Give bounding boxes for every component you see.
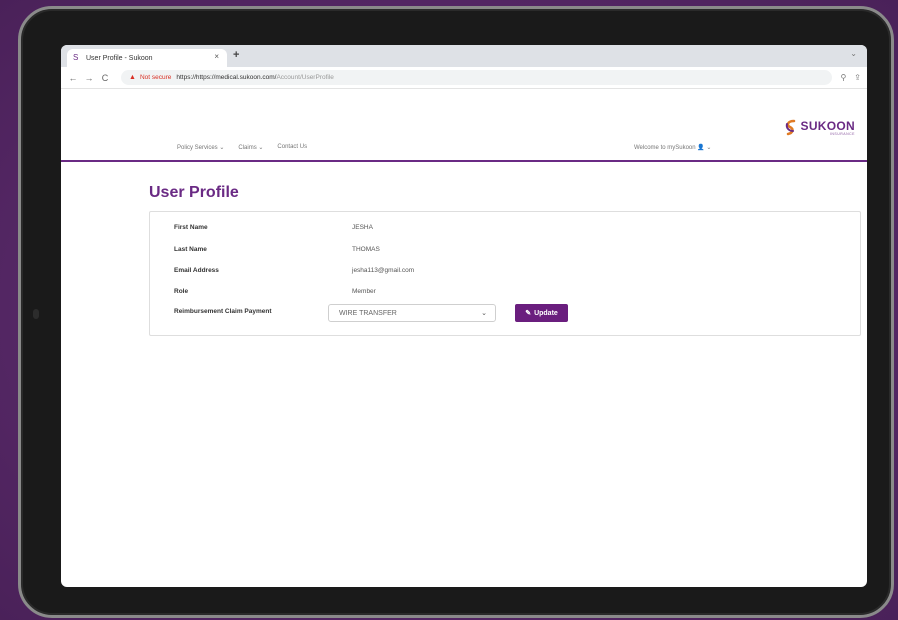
update-button[interactable]: ✎ Update bbox=[515, 304, 568, 322]
sukoon-logo-icon bbox=[785, 119, 795, 136]
field-value: JESHA bbox=[352, 224, 373, 231]
site-header: Policy Services ⌄ Claims ⌄ Contact Us We… bbox=[61, 89, 867, 162]
tablet-frame: S User Profile - Sukoon × + ⌄ ← → C ▲ No… bbox=[18, 6, 894, 618]
nav-policy-services[interactable]: Policy Services ⌄ bbox=[177, 144, 224, 151]
back-icon[interactable]: ← bbox=[67, 73, 79, 83]
address-actions: ⚲ ⇪ bbox=[840, 73, 861, 82]
field-label: Role bbox=[174, 288, 189, 295]
select-value: WIRE TRANSFER bbox=[339, 309, 397, 317]
field-value: jesha113@gmail.com bbox=[352, 267, 415, 274]
field-label: Reimbursement Claim Payment bbox=[174, 308, 272, 315]
new-tab-button[interactable]: + bbox=[233, 49, 239, 61]
url-input[interactable]: ▲ Not secure https://https://medical.suk… bbox=[121, 70, 833, 85]
payment-method-select[interactable]: WIRE TRANSFER ⌄ bbox=[328, 304, 496, 322]
browser-window: S User Profile - Sukoon × + ⌄ ← → C ▲ No… bbox=[61, 45, 867, 587]
edit-icon: ✎ bbox=[525, 310, 532, 317]
field-label: First Name bbox=[174, 224, 208, 231]
page-title: User Profile bbox=[149, 184, 239, 201]
update-label: Update bbox=[534, 309, 558, 317]
url-host: https://https://medical.sukoon.com/ bbox=[176, 74, 277, 81]
reload-icon[interactable]: C bbox=[99, 73, 111, 83]
not-secure-label: Not secure bbox=[139, 74, 172, 81]
camera-icon bbox=[33, 309, 39, 319]
url-path: Account/UserProfile bbox=[276, 74, 334, 81]
nav-claims[interactable]: Claims ⌄ bbox=[238, 144, 263, 151]
field-label: Last Name bbox=[174, 246, 207, 253]
user-menu[interactable]: Welcome to mySukoon 👤 ⌄ bbox=[634, 144, 711, 151]
logo-text: SUKOON bbox=[800, 119, 855, 133]
sukoon-favicon-icon: S bbox=[73, 53, 79, 62]
share-icon[interactable]: ⇪ bbox=[854, 73, 861, 82]
main-nav: Policy Services ⌄ Claims ⌄ Contact Us bbox=[177, 144, 307, 151]
field-label: Email Address bbox=[174, 267, 219, 274]
browser-tab[interactable]: S User Profile - Sukoon × bbox=[67, 49, 227, 67]
chevron-down-icon: ⌄ bbox=[481, 310, 487, 317]
address-bar-row: ← → C ▲ Not secure https://https://medic… bbox=[61, 67, 867, 89]
field-value: Member bbox=[352, 288, 376, 295]
tab-search-icon[interactable]: ⌄ bbox=[850, 49, 857, 58]
warning-icon: ▲ bbox=[129, 74, 136, 81]
tab-close-icon[interactable]: × bbox=[214, 52, 219, 61]
nav-contact-us[interactable]: Contact Us bbox=[277, 144, 307, 151]
tab-bar: S User Profile - Sukoon × + ⌄ bbox=[61, 45, 867, 67]
profile-card: First Name JESHA Last Name THOMAS Email … bbox=[149, 211, 861, 336]
tab-title: User Profile - Sukoon bbox=[86, 54, 153, 62]
forward-icon[interactable]: → bbox=[83, 73, 95, 83]
zoom-icon[interactable]: ⚲ bbox=[840, 73, 846, 82]
field-value: THOMAS bbox=[352, 246, 380, 253]
sukoon-logo[interactable]: SUKOON INSURANCE bbox=[784, 119, 855, 137]
